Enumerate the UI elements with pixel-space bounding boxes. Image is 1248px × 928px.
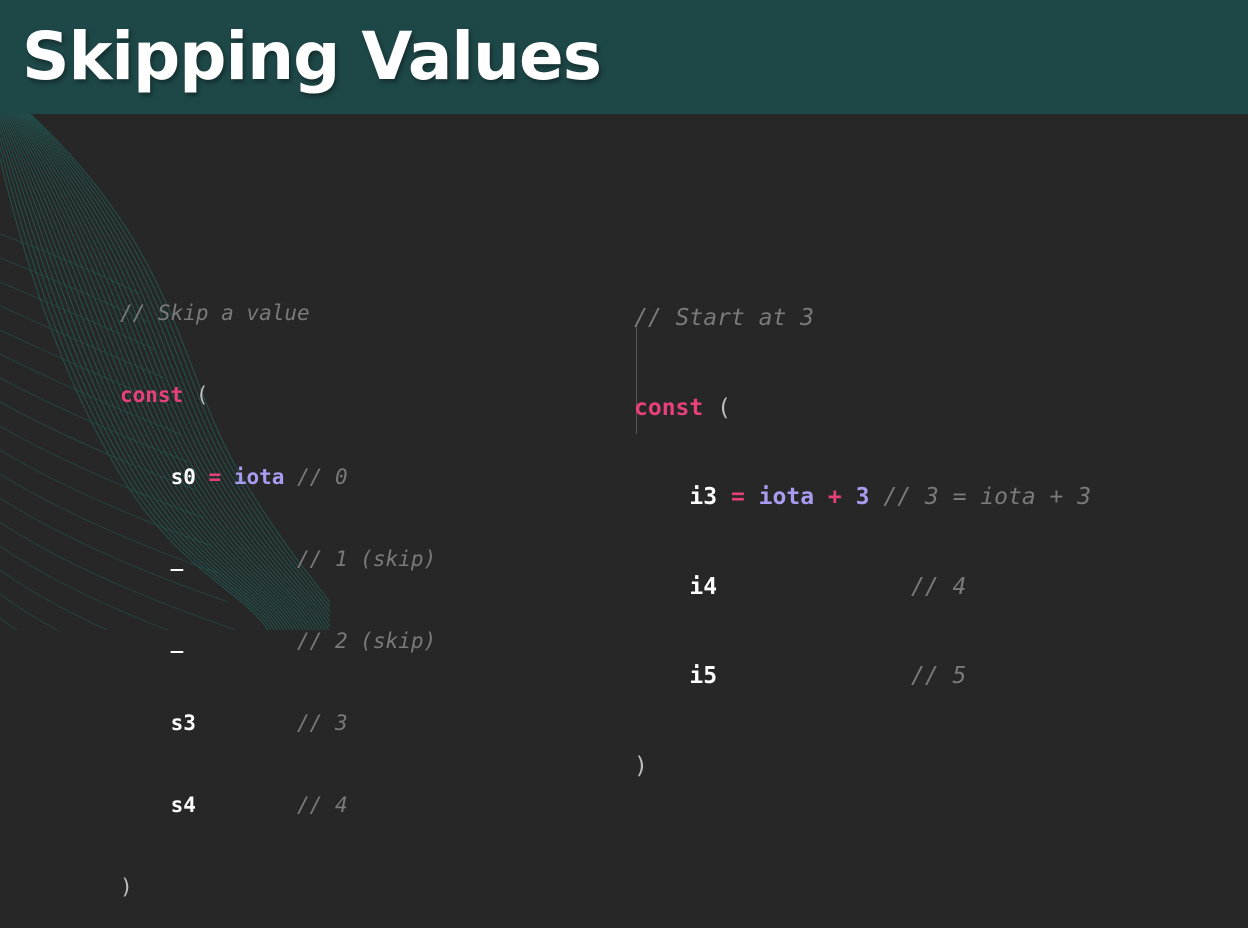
blank-identifier: _ <box>170 547 184 571</box>
iota-keyword: iota <box>758 484 815 510</box>
code-line: ) <box>120 870 436 904</box>
identifier: s4 <box>170 793 196 817</box>
code-line: i3 = iota + 3 // 3 = iota + 3 <box>634 479 1091 517</box>
code-comment: // 1 (skip) <box>297 547 437 571</box>
code-line: s3 // 3 <box>120 706 436 740</box>
code-line: ) <box>634 748 1091 786</box>
number-literal: 3 <box>855 484 870 510</box>
title-bar: Skipping Values <box>0 0 1248 114</box>
close-paren: ) <box>120 875 133 899</box>
slide-title: Skipping Values <box>22 18 602 95</box>
const-keyword: const <box>634 394 704 421</box>
close-paren: ) <box>634 752 648 779</box>
code-comment: // 3 <box>297 711 348 735</box>
code-comment: // Start at 3 <box>634 305 815 331</box>
identifier: i5 <box>689 663 718 689</box>
code-comment: // 4 <box>297 793 348 817</box>
code-line: const ( <box>634 390 1091 428</box>
code-line: s0 = iota // 0 <box>120 460 436 494</box>
code-line: // Start at 3 <box>634 300 1091 338</box>
code-block-skip: // Skip a value const ( s0 = iota // 0 _… <box>120 248 436 928</box>
code-comment: // 2 (skip) <box>297 629 437 653</box>
code-comment: // Skip a value <box>120 301 310 325</box>
code-comment: // 3 = iota + 3 <box>883 484 1092 510</box>
code-line: _ // 2 (skip) <box>120 624 437 658</box>
code-line: _ // 1 (skip) <box>120 542 437 576</box>
const-keyword: const <box>120 383 184 407</box>
identifier: i3 <box>689 484 718 510</box>
code-comment: // 4 <box>910 573 967 600</box>
open-paren: ( <box>195 383 209 407</box>
identifier: s3 <box>170 711 196 735</box>
open-paren: ( <box>717 394 731 421</box>
code-block-start-at-3: // Start at 3 const ( i3 = iota + 3 // 3… <box>634 248 1091 811</box>
identifier: i4 <box>689 573 718 600</box>
code-comment: // 5 <box>910 663 967 689</box>
blank-identifier: _ <box>170 629 184 653</box>
code-line: s4 // 4 <box>120 788 436 822</box>
code-line: i5 // 5 <box>634 658 1091 696</box>
code-line: // Skip a value <box>120 296 436 330</box>
iota-keyword: iota <box>233 465 285 489</box>
code-line: const ( <box>120 378 436 412</box>
identifier: s0 <box>170 465 196 489</box>
equals-operator: = <box>208 465 222 489</box>
plus-operator: + <box>827 484 842 510</box>
equals-operator: = <box>730 484 745 510</box>
code-line: i4 // 4 <box>634 569 1091 607</box>
code-comment: // 0 <box>297 465 348 489</box>
